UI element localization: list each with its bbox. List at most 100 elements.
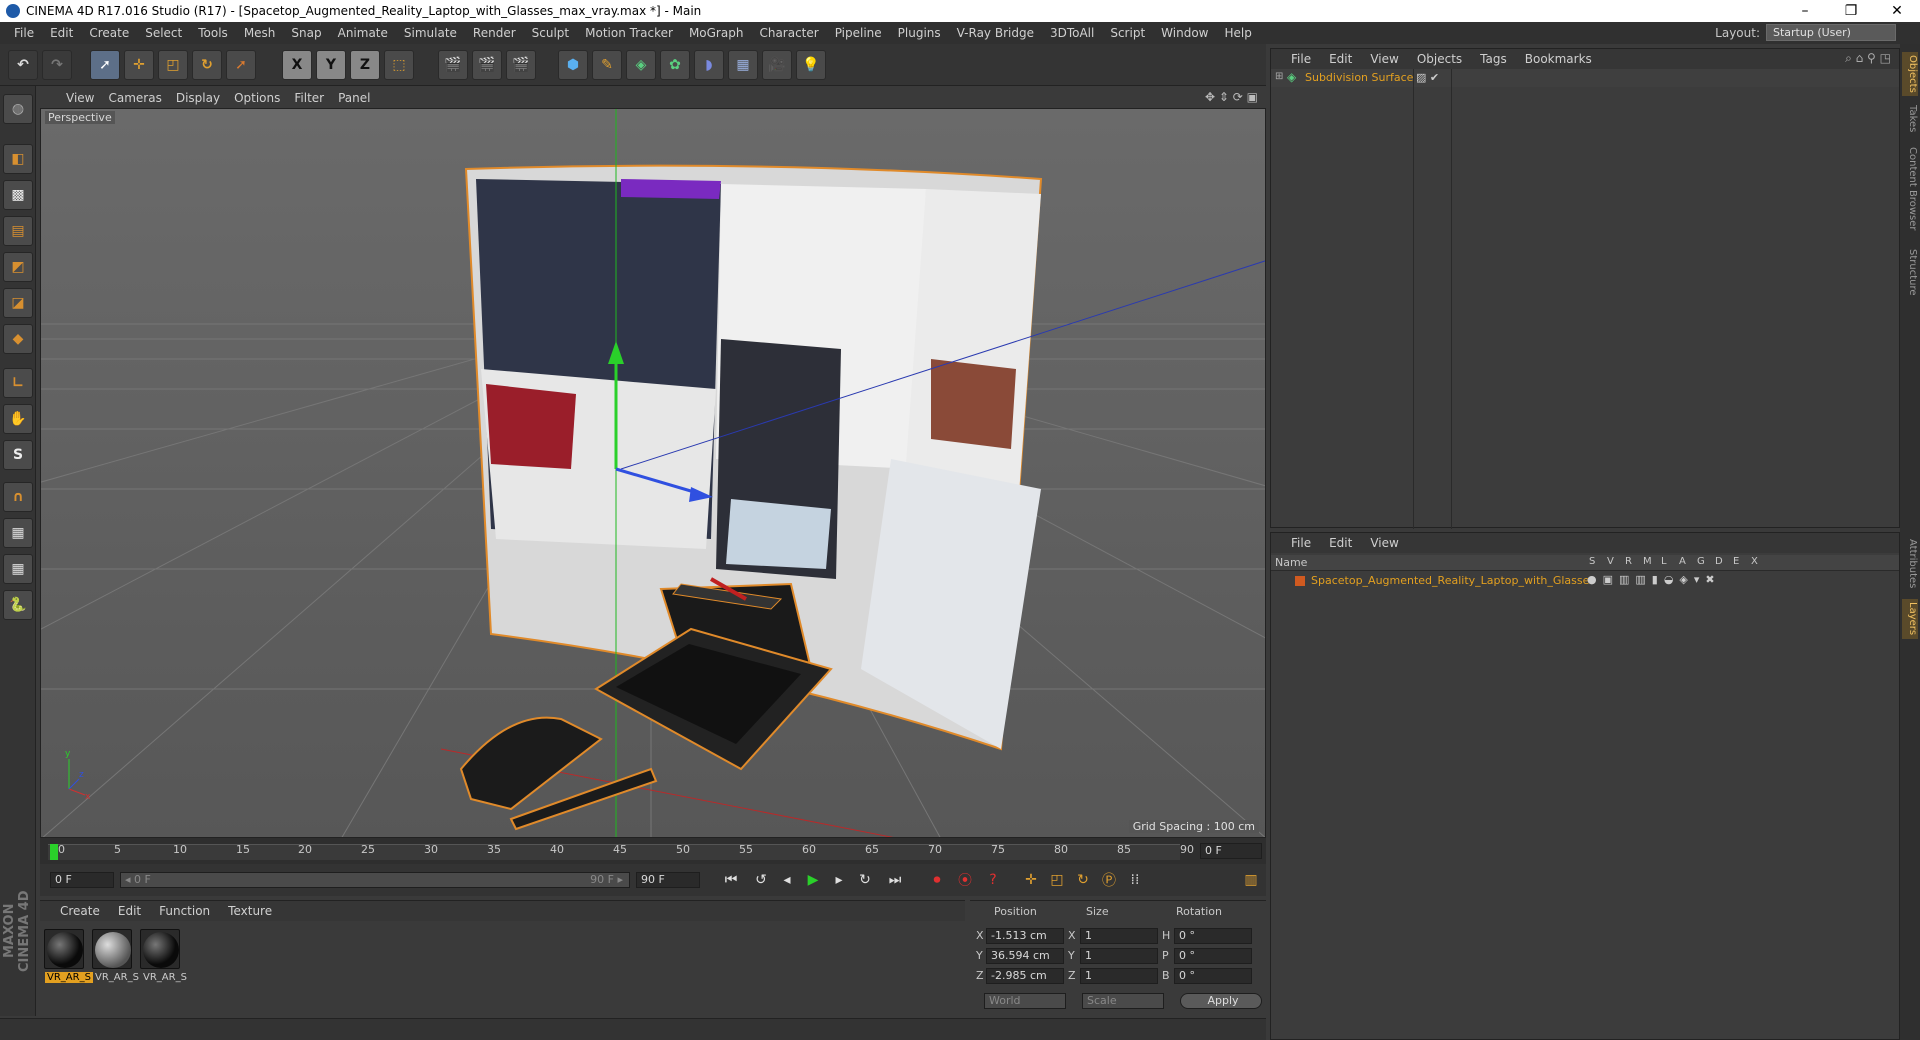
edges-mode-icon[interactable]: ◪ [3,288,33,318]
current-frame-field[interactable]: 0 F [50,872,114,888]
keyframe-selection-icon[interactable]: ? [982,869,1004,891]
tab-layers[interactable]: Layers [1902,599,1918,639]
end-frame-field[interactable]: 0 F [1200,843,1262,859]
live-select-icon[interactable]: ➚ [90,50,120,80]
timeline-ruler[interactable]: 0 5 10 15 20 25 30 35 40 45 50 55 60 65 … [40,838,1266,864]
previous-frame-icon[interactable]: ◂ [776,869,798,891]
size-y-field[interactable]: 1 [1080,948,1158,964]
object-menu-tags[interactable]: Tags [1480,52,1507,66]
key-parameter-icon[interactable]: Ⓟ [1098,869,1120,891]
material-menu-create[interactable]: Create [60,904,100,918]
menu-script[interactable]: Script [1102,26,1153,40]
object-manager-search-icon[interactable]: ⌕ ⌂ ⚲ ◳ [1845,51,1891,66]
menu-edit[interactable]: Edit [42,26,81,40]
camera-icon[interactable]: 🎥 [762,50,792,80]
menu-render[interactable]: Render [465,26,524,40]
menu-help[interactable]: Help [1216,26,1259,40]
object-menu-objects[interactable]: Objects [1417,52,1462,66]
menu-3dtoall[interactable]: 3DToAll [1042,26,1102,40]
menu-file[interactable]: File [6,26,42,40]
render-picture-viewer-icon[interactable]: 🎬 [472,50,502,80]
menu-sculpt[interactable]: Sculpt [524,26,577,40]
position-z-field[interactable]: -2.985 cm [986,968,1064,984]
python-icon[interactable]: 🐍 [3,590,33,620]
tab-takes[interactable]: Takes [1902,102,1918,136]
polygons-mode-icon[interactable]: ◆ [3,324,33,354]
tab-attributes[interactable]: Attributes [1902,534,1918,594]
menu-simulate[interactable]: Simulate [396,26,465,40]
material-menu-texture[interactable]: Texture [228,904,272,918]
rotate-icon[interactable]: ↻ [192,50,222,80]
y-axis-button[interactable]: Y [316,50,346,80]
coordinate-mode-dropdown[interactable]: World [984,993,1066,1009]
model-mode-icon[interactable]: ◧ [3,144,33,174]
size-x-field[interactable]: 1 [1080,928,1158,944]
layer-flag-icons[interactable]: ●▣▥▥▮◒◈▾✖ [1587,573,1721,586]
subdivision-icon[interactable]: ◈ [626,50,656,80]
menu-select[interactable]: Select [137,26,190,40]
material-swatch[interactable]: VR_AR_S [140,929,189,983]
key-scale-icon[interactable]: ◰ [1046,869,1068,891]
object-menu-edit[interactable]: Edit [1329,52,1352,66]
expand-icon[interactable]: ⊞ [1275,71,1283,82]
planar-workplane-icon[interactable]: ▦ [3,554,33,584]
object-row[interactable]: ⊞ ◈ Subdivision Surface ▨ ✔ [1271,69,1899,87]
render-settings-icon[interactable]: 🎬 [506,50,536,80]
object-menu-view[interactable]: View [1370,52,1398,66]
floor-icon[interactable]: ▦ [728,50,758,80]
viewport-nav-icons[interactable]: ✥ ⇕ ⟳ ▣ [1205,90,1258,104]
layer-menu-file[interactable]: File [1291,536,1311,550]
max-frame-field[interactable]: 90 F [636,872,700,888]
key-pla-icon[interactable]: ⁞⁞ [1124,869,1146,891]
object-name[interactable]: Subdivision Surface [1305,71,1413,84]
layer-color-swatch[interactable] [1295,576,1305,586]
tweak-mode-icon[interactable]: ✋ [3,404,33,434]
previous-key-icon[interactable]: ↺ [750,869,772,891]
menu-create[interactable]: Create [81,26,137,40]
record-icon[interactable]: ⏺ [926,869,948,891]
material-menu-edit[interactable]: Edit [118,904,141,918]
menu-vray-bridge[interactable]: V-Ray Bridge [949,26,1042,40]
spline-pen-icon[interactable]: ✎ [592,50,622,80]
scale-icon[interactable]: ◰ [158,50,188,80]
coordinate-system-icon[interactable]: ⬚ [384,50,414,80]
x-axis-button[interactable]: X [282,50,312,80]
cloner-icon[interactable]: ✿ [660,50,690,80]
close-button[interactable]: ✕ [1874,0,1920,22]
snap-icon[interactable]: S [3,440,33,470]
menu-window[interactable]: Window [1153,26,1216,40]
tab-structure[interactable]: Structure [1902,244,1918,300]
auto-key-icon[interactable]: ⦿ [954,869,976,891]
menu-pipeline[interactable]: Pipeline [827,26,890,40]
size-mode-dropdown[interactable]: Scale [1082,993,1164,1009]
minimize-button[interactable]: – [1782,0,1828,22]
next-key-icon[interactable]: ↻ [854,869,876,891]
material-swatch[interactable]: VR_AR_S [44,929,93,983]
position-x-field[interactable]: -1.513 cm [986,928,1064,944]
object-menu-bookmarks[interactable]: Bookmarks [1525,52,1592,66]
redo-icon[interactable]: ↷ [42,50,72,80]
apply-button[interactable]: Apply [1180,993,1262,1009]
menu-mograph[interactable]: MoGraph [681,26,752,40]
key-rotation-icon[interactable]: ↻ [1072,869,1094,891]
menu-character[interactable]: Character [751,26,826,40]
perspective-viewport[interactable]: y x z Perspective Grid Spacing : 100 cm [40,108,1266,838]
recent-tool-icon[interactable]: ➚ [226,50,256,80]
viewport-menu-display[interactable]: Display [176,91,230,105]
points-mode-icon[interactable]: ◩ [3,252,33,282]
restore-button[interactable]: ❐ [1828,0,1874,22]
viewport-menu-cameras[interactable]: Cameras [108,91,171,105]
menu-motion-tracker[interactable]: Motion Tracker [577,26,681,40]
workplane-icon[interactable]: ▤ [3,216,33,246]
layer-row[interactable]: Spacetop_Augmented_Reality_Laptop_with_G… [1271,573,1899,589]
material-swatch[interactable]: VR_AR_S [92,929,141,983]
frame-range-slider[interactable]: ◂ 0 F 90 F ▸ [120,872,630,888]
position-y-field[interactable]: 36.594 cm [986,948,1064,964]
menu-plugins[interactable]: Plugins [890,26,949,40]
rotation-p-field[interactable]: 0 ° [1174,948,1252,964]
tab-objects[interactable]: Objects [1902,52,1918,96]
menu-animate[interactable]: Animate [330,26,396,40]
rotation-h-field[interactable]: 0 ° [1174,928,1252,944]
viewport-menu-options[interactable]: Options [234,91,290,105]
texture-mode-icon[interactable]: ▩ [3,180,33,210]
